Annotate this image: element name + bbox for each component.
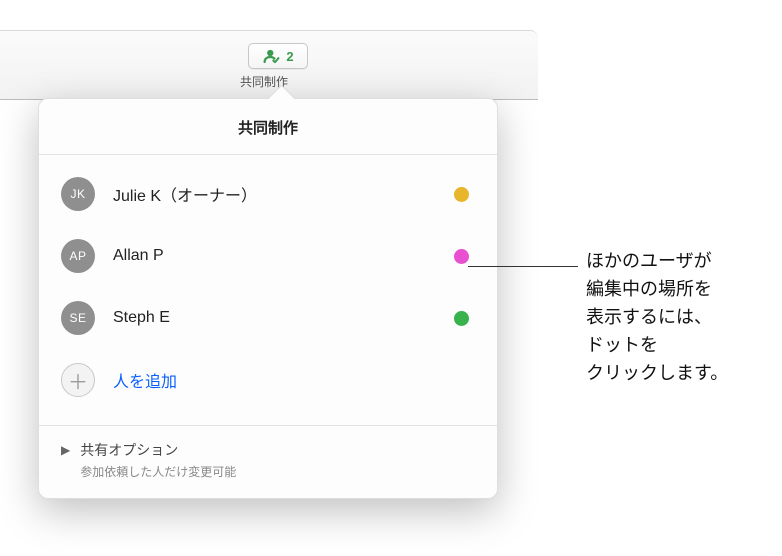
disclosure-triangle-icon[interactable]: ▶ (61, 443, 70, 457)
popover-title: 共同制作 (39, 99, 497, 155)
share-options-subtitle: 参加依頼した人だけ変更可能 (80, 463, 236, 480)
person-check-icon (262, 47, 280, 65)
avatar: AP (61, 239, 95, 273)
participant-name: Allan P (113, 247, 436, 265)
share-options-row[interactable]: ▶ 共有オプション 参加依頼した人だけ変更可能 (39, 425, 497, 498)
collaboration-popover: 共同制作 JK Julie K（オーナー） AP Allan P SE Step… (38, 98, 498, 499)
presence-dot[interactable] (454, 311, 469, 326)
callout-leader-line (468, 266, 578, 267)
participant-name: Steph E (113, 309, 436, 327)
avatar: SE (61, 301, 95, 335)
share-options-title: 共有オプション (80, 440, 236, 460)
participant-row[interactable]: AP Allan P (39, 225, 497, 287)
add-person-label: 人を追加 (113, 368, 177, 392)
plus-icon: ＋ (61, 363, 95, 397)
callout-text: ほかのユーザが 編集中の場所を 表示するには、 ドットを クリックします。 (586, 248, 728, 387)
presence-dot[interactable] (454, 249, 469, 264)
collaboration-button[interactable]: 2 (248, 43, 308, 69)
toolbar-background: 2 共同制作 (0, 30, 538, 100)
participant-row[interactable]: SE Steph E (39, 287, 497, 349)
participant-row[interactable]: JK Julie K（オーナー） (39, 163, 497, 225)
participants-list: JK Julie K（オーナー） AP Allan P SE Steph E ＋… (39, 155, 497, 425)
participant-name: Julie K（オーナー） (113, 182, 436, 206)
avatar: JK (61, 177, 95, 211)
presence-dot[interactable] (454, 187, 469, 202)
collaboration-count: 2 (286, 49, 293, 64)
share-options-text: 共有オプション 参加依頼した人だけ変更可能 (80, 440, 236, 480)
add-person-row[interactable]: ＋ 人を追加 (39, 349, 497, 417)
